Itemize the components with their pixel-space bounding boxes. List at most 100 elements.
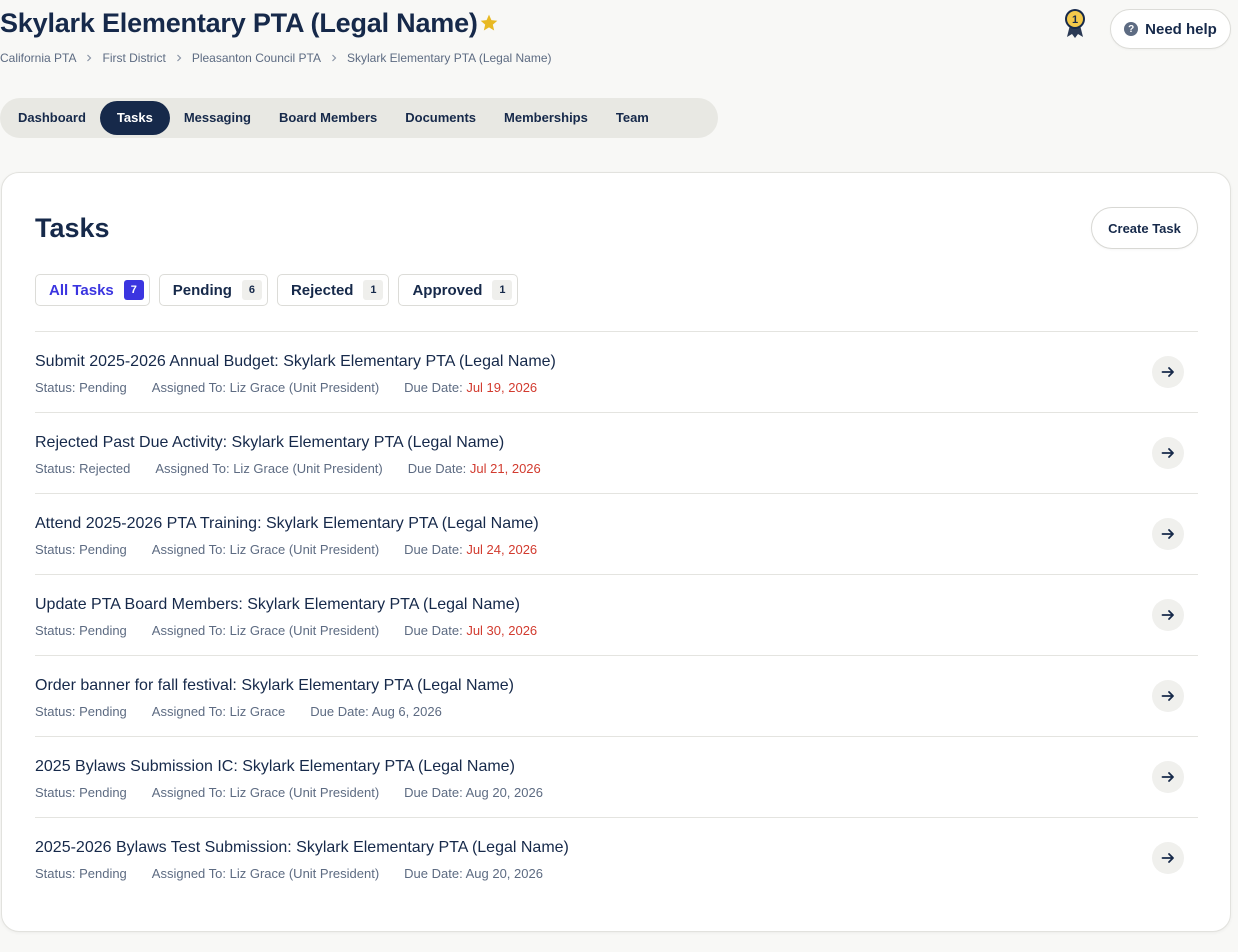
arrow-right-icon	[1161, 610, 1174, 620]
filter-count-badge: 7	[123, 280, 144, 300]
task-title: Order banner for fall festival: Skylark …	[35, 677, 514, 694]
task-status: Status: Pending	[35, 542, 127, 557]
arrow-right-icon	[1161, 691, 1174, 701]
due-date-value: Jul 24, 2026	[466, 542, 538, 557]
task-title: 2025 Bylaws Submission IC: Skylark Eleme…	[35, 758, 515, 775]
task-assignee: Assigned To: Liz Grace (Unit President)	[155, 461, 383, 476]
due-date-value: Aug 20, 2026	[465, 866, 543, 881]
due-date-value: Jul 21, 2026	[469, 461, 541, 476]
filter-label: All Tasks	[49, 281, 114, 299]
chevron-right-icon	[332, 54, 337, 62]
tasks-card: Tasks Create Task All Tasks 7 Pending 6 …	[1, 172, 1231, 932]
task-list: Submit 2025-2026 Annual Budget: Skylark …	[35, 331, 1198, 899]
tab-memberships[interactable]: Memberships	[490, 101, 602, 135]
open-task-button[interactable]	[1152, 356, 1184, 388]
chevron-right-icon	[87, 54, 92, 62]
task-due-date: Due Date: Aug 20, 2026	[404, 866, 543, 881]
task-meta: Status: Pending Assigned To: Liz Grace D…	[35, 704, 442, 719]
due-date-label: Due Date:	[404, 623, 467, 638]
main-nav-tabs: Dashboard Tasks Messaging Board Members …	[0, 98, 718, 138]
help-icon: ?	[1124, 22, 1139, 36]
open-task-button[interactable]	[1152, 842, 1184, 874]
task-row[interactable]: 2025 Bylaws Submission IC: Skylark Eleme…	[35, 737, 1198, 818]
task-assignee: Assigned To: Liz Grace	[151, 704, 286, 719]
arrow-right-icon	[1161, 853, 1174, 863]
task-row[interactable]: Rejected Past Due Activity: Skylark Elem…	[35, 413, 1198, 494]
filter-pending[interactable]: Pending 6	[158, 274, 268, 306]
task-meta: Status: Rejected Assigned To: Liz Grace …	[35, 461, 541, 476]
filter-all-tasks[interactable]: All Tasks 7	[35, 274, 150, 306]
arrow-right-icon	[1161, 448, 1174, 458]
task-status: Status: Pending	[35, 704, 127, 719]
open-task-button[interactable]	[1152, 761, 1184, 793]
chevron-right-icon	[176, 54, 182, 62]
task-title: Attend 2025-2026 PTA Training: Skylark E…	[35, 515, 539, 532]
task-title: Submit 2025-2026 Annual Budget: Skylark …	[35, 353, 556, 370]
task-filters: All Tasks 7 Pending 6 Rejected 1 Approve…	[35, 274, 519, 306]
create-task-button[interactable]: Create Task	[1091, 207, 1198, 249]
arrow-right-icon	[1161, 367, 1174, 377]
task-assignee: Assigned To: Liz Grace (Unit President)	[151, 785, 380, 800]
tab-messaging[interactable]: Messaging	[170, 101, 265, 135]
task-row[interactable]: Attend 2025-2026 PTA Training: Skylark E…	[35, 494, 1198, 575]
task-row[interactable]: Update PTA Board Members: Skylark Elemen…	[35, 575, 1198, 656]
due-date-label: Due Date:	[310, 704, 372, 719]
task-due-date: Due Date: Aug 6, 2026	[310, 704, 442, 719]
task-title: Rejected Past Due Activity: Skylark Elem…	[35, 434, 505, 451]
award-count: 1	[1072, 14, 1078, 26]
filter-count-badge: 1	[492, 280, 513, 300]
task-row[interactable]: 2025-2026 Bylaws Test Submission: Skylar…	[35, 818, 1198, 899]
tab-board-members[interactable]: Board Members	[265, 101, 391, 135]
task-due-date: Due Date: Jul 21, 2026	[408, 461, 541, 476]
open-task-button[interactable]	[1152, 599, 1184, 631]
task-due-date: Due Date: Jul 30, 2026	[404, 623, 537, 638]
task-status: Status: Pending	[35, 785, 127, 800]
due-date-label: Due Date:	[404, 380, 467, 395]
due-date-value: Jul 30, 2026	[466, 623, 538, 638]
task-status: Status: Pending	[35, 623, 127, 638]
tab-tasks[interactable]: Tasks	[99, 101, 170, 135]
task-due-date: Due Date: Aug 20, 2026	[404, 785, 543, 800]
open-task-button[interactable]	[1152, 518, 1184, 550]
need-help-label: Need help	[1145, 20, 1217, 38]
breadcrumb-item[interactable]: First District	[102, 51, 165, 65]
task-meta: Status: Pending Assigned To: Liz Grace (…	[35, 542, 537, 557]
due-date-value: Jul 19, 2026	[466, 380, 538, 395]
task-meta: Status: Pending Assigned To: Liz Grace (…	[35, 380, 537, 395]
need-help-button[interactable]: ? Need help	[1110, 9, 1231, 49]
filter-count-badge: 6	[241, 280, 262, 300]
tab-dashboard[interactable]: Dashboard	[4, 101, 100, 135]
open-task-button[interactable]	[1152, 680, 1184, 712]
filter-approved[interactable]: Approved 1	[398, 274, 519, 306]
filter-count-badge: 1	[363, 280, 384, 300]
arrow-right-icon	[1161, 529, 1174, 539]
arrow-right-icon	[1161, 772, 1174, 782]
filter-label: Pending	[172, 281, 232, 299]
task-status: Status: Rejected	[35, 461, 131, 476]
task-row[interactable]: Submit 2025-2026 Annual Budget: Skylark …	[35, 332, 1198, 413]
breadcrumb-item[interactable]: Pleasanton Council PTA	[192, 51, 321, 65]
filter-rejected[interactable]: Rejected 1	[276, 274, 390, 306]
task-meta: Status: Pending Assigned To: Liz Grace (…	[35, 623, 537, 638]
favorite-star-icon[interactable]	[479, 13, 499, 33]
tab-documents[interactable]: Documents	[391, 101, 490, 135]
tab-team[interactable]: Team	[602, 101, 663, 135]
task-row[interactable]: Order banner for fall festival: Skylark …	[35, 656, 1198, 737]
task-meta: Status: Pending Assigned To: Liz Grace (…	[35, 866, 543, 881]
filter-label: Rejected	[290, 281, 354, 299]
breadcrumb-current: Skylark Elementary PTA (Legal Name)	[347, 51, 552, 65]
filter-label: Approved	[412, 281, 483, 299]
task-meta: Status: Pending Assigned To: Liz Grace (…	[35, 785, 543, 800]
tasks-heading: Tasks	[35, 213, 110, 243]
task-title: Update PTA Board Members: Skylark Elemen…	[35, 596, 520, 613]
task-due-date: Due Date: Jul 24, 2026	[404, 542, 537, 557]
task-due-date: Due Date: Jul 19, 2026	[404, 380, 537, 395]
breadcrumb: California PTA First District Pleasanton…	[0, 51, 552, 65]
award-badge-icon[interactable]: 1	[1063, 7, 1087, 39]
due-date-value: Aug 20, 2026	[465, 785, 543, 800]
due-date-value: Aug 6, 2026	[371, 704, 442, 719]
open-task-button[interactable]	[1152, 437, 1184, 469]
task-title: 2025-2026 Bylaws Test Submission: Skylar…	[35, 839, 569, 856]
due-date-label: Due Date:	[404, 542, 467, 557]
breadcrumb-item[interactable]: California PTA	[0, 51, 76, 65]
